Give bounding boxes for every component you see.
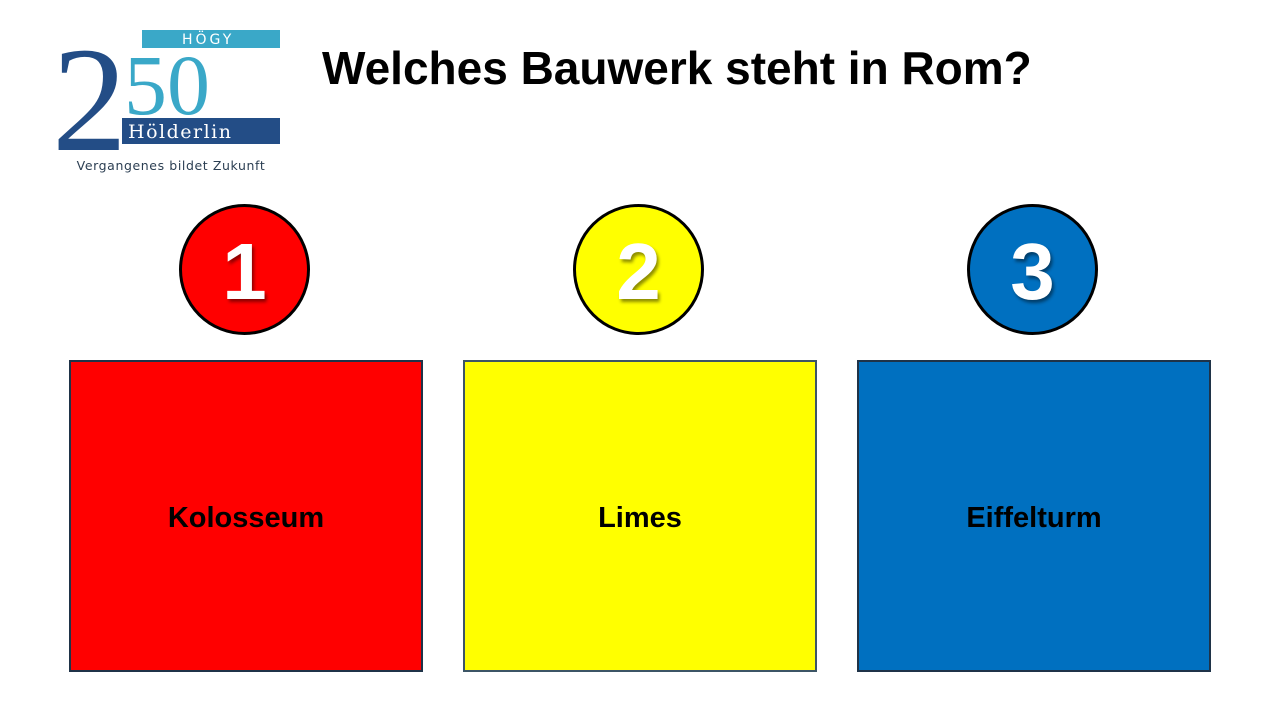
- school-logo: 2 HÖGY 50 Hölderlin Vergangenes bildet Z…: [52, 22, 284, 178]
- answer-1-label: Kolosseum: [167, 501, 325, 534]
- option-2-number: 2: [616, 226, 661, 316]
- option-1-number: 1: [222, 226, 267, 316]
- logo-school-name: Hölderlin: [128, 121, 232, 143]
- logo-digit-2: 2: [52, 22, 127, 162]
- answer-card-2[interactable]: Limes: [463, 360, 817, 672]
- question-title: Welches Bauwerk steht in Rom?: [322, 42, 1032, 94]
- option-2-badge[interactable]: 2: [573, 204, 704, 335]
- option-3-number: 3: [1010, 226, 1055, 316]
- option-3-badge[interactable]: 3: [967, 204, 1098, 335]
- option-1-badge[interactable]: 1: [179, 204, 310, 335]
- logo-250-graphic: 2 HÖGY 50 Hölderlin: [52, 22, 280, 162]
- answer-card-3[interactable]: Eiffelturm: [857, 360, 1211, 672]
- answer-card-1[interactable]: Kolosseum: [69, 360, 423, 672]
- answer-2-label: Limes: [598, 501, 682, 534]
- logo-tagline: Vergangenes bildet Zukunft: [76, 158, 266, 173]
- answer-3-label: Eiffelturm: [966, 501, 1102, 534]
